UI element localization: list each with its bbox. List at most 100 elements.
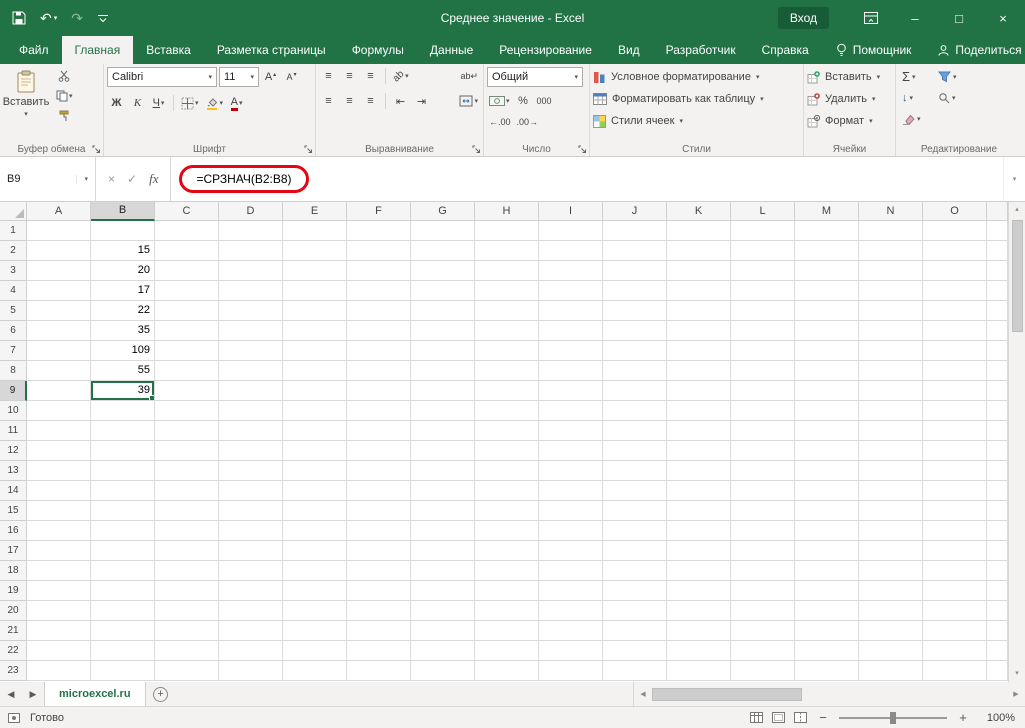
cell-L20[interactable] (731, 601, 795, 621)
cell-M15[interactable] (795, 501, 859, 521)
cell-K3[interactable] (667, 261, 731, 281)
cell-J20[interactable] (603, 601, 667, 621)
cell-D2[interactable] (219, 241, 283, 261)
cell-J21[interactable] (603, 621, 667, 641)
merge-center-dropdown-icon[interactable]: ▾ (474, 97, 478, 105)
cell-A13[interactable] (27, 461, 91, 481)
cell-F8[interactable] (347, 361, 411, 381)
cell-C1[interactable] (155, 221, 219, 241)
cell-M9[interactable] (795, 381, 859, 401)
cell-G15[interactable] (411, 501, 475, 521)
cell-I14[interactable] (539, 481, 603, 501)
borders-button[interactable]: ▾ (179, 94, 201, 112)
cell-K8[interactable] (667, 361, 731, 381)
cell-D10[interactable] (219, 401, 283, 421)
cell-E9[interactable] (283, 381, 347, 401)
cell-D18[interactable] (219, 561, 283, 581)
row-header-18[interactable]: 18 (0, 561, 27, 581)
sheet-tab-microexcel[interactable]: microexcel.ru (44, 682, 146, 706)
cell-E23[interactable] (283, 661, 347, 681)
cell-J2[interactable] (603, 241, 667, 261)
cell-D22[interactable] (219, 641, 283, 661)
cell-J6[interactable] (603, 321, 667, 341)
column-header-A[interactable]: A (27, 202, 91, 221)
cell-N17[interactable] (859, 541, 923, 561)
cell-G23[interactable] (411, 661, 475, 681)
cell-E8[interactable] (283, 361, 347, 381)
cell-G13[interactable] (411, 461, 475, 481)
number-format-dropdown-icon[interactable]: ▾ (570, 73, 578, 81)
cell-N16[interactable] (859, 521, 923, 541)
cell-L4[interactable] (731, 281, 795, 301)
cell-G8[interactable] (411, 361, 475, 381)
cell-M8[interactable] (795, 361, 859, 381)
cell-A22[interactable] (27, 641, 91, 661)
cell-K15[interactable] (667, 501, 731, 521)
cell-C20[interactable] (155, 601, 219, 621)
cell-E4[interactable] (283, 281, 347, 301)
cell-L13[interactable] (731, 461, 795, 481)
cell-H15[interactable] (475, 501, 539, 521)
cell-K21[interactable] (667, 621, 731, 641)
view-page-layout-button[interactable] (772, 712, 785, 723)
name-box[interactable]: B9 ▾ (0, 157, 96, 201)
cell-K2[interactable] (667, 241, 731, 261)
cell-E2[interactable] (283, 241, 347, 261)
fill-button[interactable]: ↓ ▾ (899, 88, 933, 107)
cell-B14[interactable] (91, 481, 155, 501)
align-bottom-button[interactable]: ≡ (361, 67, 380, 85)
cell-A7[interactable] (27, 341, 91, 361)
accounting-format-button[interactable]: ▾ (487, 92, 512, 110)
cell-M16[interactable] (795, 521, 859, 541)
row-header-14[interactable]: 14 (0, 481, 27, 501)
delete-cells-dropdown-icon[interactable]: ▾ (872, 95, 876, 103)
copy-dropdown-icon[interactable]: ▾ (69, 92, 73, 100)
cell-I2[interactable] (539, 241, 603, 261)
cell-F17[interactable] (347, 541, 411, 561)
cell-A10[interactable] (27, 401, 91, 421)
cell-I9[interactable] (539, 381, 603, 401)
cell-L19[interactable] (731, 581, 795, 601)
cell-G11[interactable] (411, 421, 475, 441)
cell-N14[interactable] (859, 481, 923, 501)
row-header-3[interactable]: 3 (0, 261, 27, 281)
cell-H14[interactable] (475, 481, 539, 501)
row-header-10[interactable]: 10 (0, 401, 27, 421)
view-page-break-button[interactable] (794, 712, 807, 723)
cell-B3[interactable]: 20 (91, 261, 155, 281)
cell-B20[interactable] (91, 601, 155, 621)
number-dialog-launcher[interactable] (578, 145, 587, 154)
cell-G12[interactable] (411, 441, 475, 461)
cell-M18[interactable] (795, 561, 859, 581)
cell-H16[interactable] (475, 521, 539, 541)
cell-B2[interactable]: 15 (91, 241, 155, 261)
cell-G2[interactable] (411, 241, 475, 261)
cell-C21[interactable] (155, 621, 219, 641)
cell-D4[interactable] (219, 281, 283, 301)
cell-A15[interactable] (27, 501, 91, 521)
tab-developer[interactable]: Разработчик (653, 36, 749, 64)
cell-H18[interactable] (475, 561, 539, 581)
align-center-button[interactable]: ≡ (340, 92, 359, 110)
cell-J7[interactable] (603, 341, 667, 361)
cell-B22[interactable] (91, 641, 155, 661)
cell-A2[interactable] (27, 241, 91, 261)
cell-J1[interactable] (603, 221, 667, 241)
row-header-17[interactable]: 17 (0, 541, 27, 561)
cell-J14[interactable] (603, 481, 667, 501)
cell-L12[interactable] (731, 441, 795, 461)
cut-button[interactable] (54, 67, 75, 85)
cell-M19[interactable] (795, 581, 859, 601)
cell-I19[interactable] (539, 581, 603, 601)
cell-O4[interactable] (923, 281, 987, 301)
row-header-16[interactable]: 16 (0, 521, 27, 541)
zoom-level[interactable]: 100% (979, 712, 1015, 724)
cell-F6[interactable] (347, 321, 411, 341)
insert-function-icon[interactable]: fx (149, 171, 158, 187)
cell-C9[interactable] (155, 381, 219, 401)
cell-A8[interactable] (27, 361, 91, 381)
cell-I4[interactable] (539, 281, 603, 301)
scroll-down-icon[interactable]: ▾ (1015, 666, 1019, 682)
cell-E1[interactable] (283, 221, 347, 241)
cell-K14[interactable] (667, 481, 731, 501)
